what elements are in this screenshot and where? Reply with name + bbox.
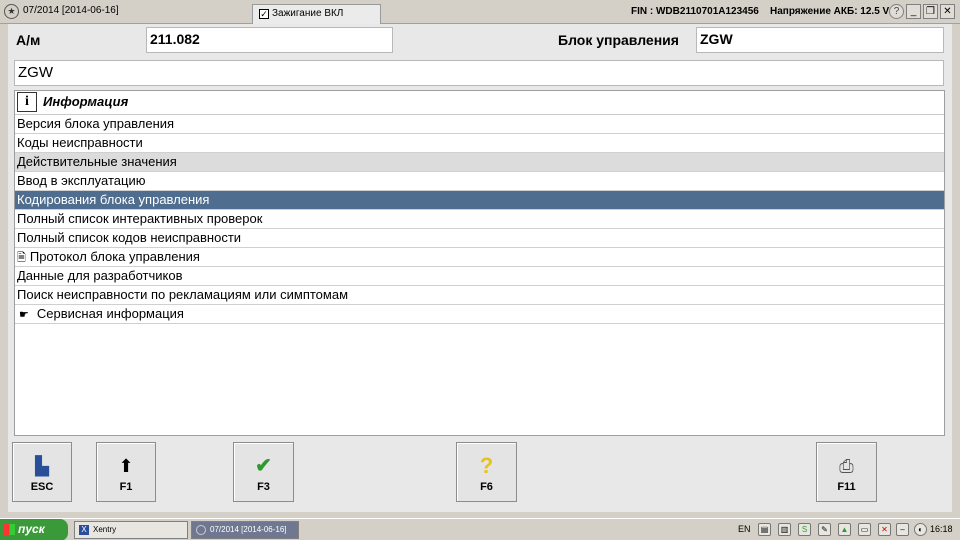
menu-item-ecu-version[interactable]: Версия блока управления — [15, 115, 944, 134]
ecu-name-box: ZGW — [14, 60, 944, 86]
ecu-label: Блок управления — [558, 32, 679, 48]
list-header: i Информация — [15, 91, 944, 115]
menu-item-service-info[interactable]: ☛ Сервисная информация — [15, 305, 944, 324]
help-circle-icon[interactable]: ? — [889, 4, 904, 19]
f3-button[interactable]: ✔ F3 — [233, 442, 294, 502]
device-icon[interactable]: ▥ — [778, 523, 791, 536]
exit-door-icon: ▙ — [35, 456, 49, 476]
info-icon: i — [17, 92, 37, 112]
window-title: 07/2014 [2014-06-16] — [23, 5, 119, 16]
mercedes-logo-icon — [196, 525, 206, 535]
close-button[interactable]: ✕ — [940, 4, 955, 19]
taskbar-item-main-window[interactable]: 07/2014 [2014-06-16] — [191, 521, 299, 539]
chart-icon[interactable]: ▲ — [838, 523, 851, 536]
menu-item-ecu-protocol[interactable]: 🗎 Протокол блока управления — [15, 248, 944, 267]
menu-item-full-fault-codes[interactable]: Полный список кодов неисправности — [15, 229, 944, 248]
f11-button[interactable]: ⎙ F11 — [816, 442, 877, 502]
connection-icon[interactable]: S — [798, 523, 811, 536]
ignition-label: Зажигание ВКЛ — [272, 8, 344, 19]
f1-button[interactable]: ⬆ F1 — [96, 442, 156, 502]
clock: 16:18 — [930, 524, 953, 534]
menu-item-actual-values[interactable]: Действительные значения — [15, 153, 944, 172]
taskbar-item-xentry[interactable]: X Xentry — [74, 521, 188, 539]
arrow-up-icon: ⬆ — [118, 456, 134, 476]
menu-item-developer-data[interactable]: Данные для разработчиков — [15, 267, 944, 286]
list-header-label: Информация — [43, 94, 129, 109]
info-menu-list: i Информация Версия блока управления Коды… — [14, 90, 945, 436]
menu-item-fault-codes[interactable]: Коды неисправности — [15, 134, 944, 153]
vehicle-label: А/м — [16, 32, 41, 48]
windows-logo-icon — [4, 524, 15, 535]
tablet-icon[interactable]: ▭ — [858, 523, 871, 536]
main-panel: А/м 211.082 Блок управления ZGW ZGW i Инф… — [8, 24, 952, 512]
vehicle-field: 211.082 — [146, 27, 393, 53]
menu-item-complaint-search[interactable]: Поиск неисправности по рекламациям или с… — [15, 286, 944, 305]
ignition-checkbox[interactable]: ✓ — [259, 9, 269, 19]
mercedes-logo-icon: ★ — [4, 4, 19, 19]
battery-voltage-display: Напряжение АКБ: 12.5 V — [770, 6, 890, 17]
system-tray: EN ▤ ▥ S ✎ ▲ ▭ ✕ – ◐ 16:18 — [734, 519, 960, 540]
checkmark-icon: ✔ — [255, 455, 272, 477]
title-bar: ★ 07/2014 [2014-06-16] ✓ Зажигание ВКЛ FI… — [0, 0, 960, 24]
service-hand-icon: ☛ — [19, 309, 29, 321]
esc-button[interactable]: ▙ ESC — [12, 442, 72, 502]
minus-icon[interactable]: – — [896, 523, 909, 536]
maximize-button[interactable]: ❐ — [923, 4, 938, 19]
menu-item-ecu-coding[interactable]: Кодирования блока управления — [15, 191, 944, 210]
power-icon[interactable]: ◐ — [914, 523, 927, 536]
xentry-icon: X — [79, 525, 89, 535]
ecu-field: ZGW — [696, 27, 944, 53]
volume-muted-icon[interactable]: ✕ — [878, 523, 891, 536]
start-button[interactable]: пуск — [0, 519, 68, 540]
ignition-toggle[interactable]: ✓ Зажигание ВКЛ — [252, 4, 381, 24]
language-indicator[interactable]: EN — [738, 519, 751, 540]
f6-button[interactable]: ? F6 — [456, 442, 517, 502]
minimize-button[interactable]: _ — [906, 4, 921, 19]
menu-item-interactive-tests[interactable]: Полный список интерактивных проверок — [15, 210, 944, 229]
printer-icon: ⎙ — [839, 456, 854, 476]
network-icon[interactable]: ▤ — [758, 523, 771, 536]
menu-item-commissioning[interactable]: Ввод в эксплуатацию — [15, 172, 944, 191]
fin-display: FIN : WDB2110701A123456 — [631, 6, 759, 17]
help-question-icon: ? — [479, 453, 494, 478]
pen-icon[interactable]: ✎ — [818, 523, 831, 536]
document-icon: 🗎 — [17, 252, 26, 264]
taskbar: пуск X Xentry 07/2014 [2014-06-16] EN ▤ … — [0, 518, 960, 540]
